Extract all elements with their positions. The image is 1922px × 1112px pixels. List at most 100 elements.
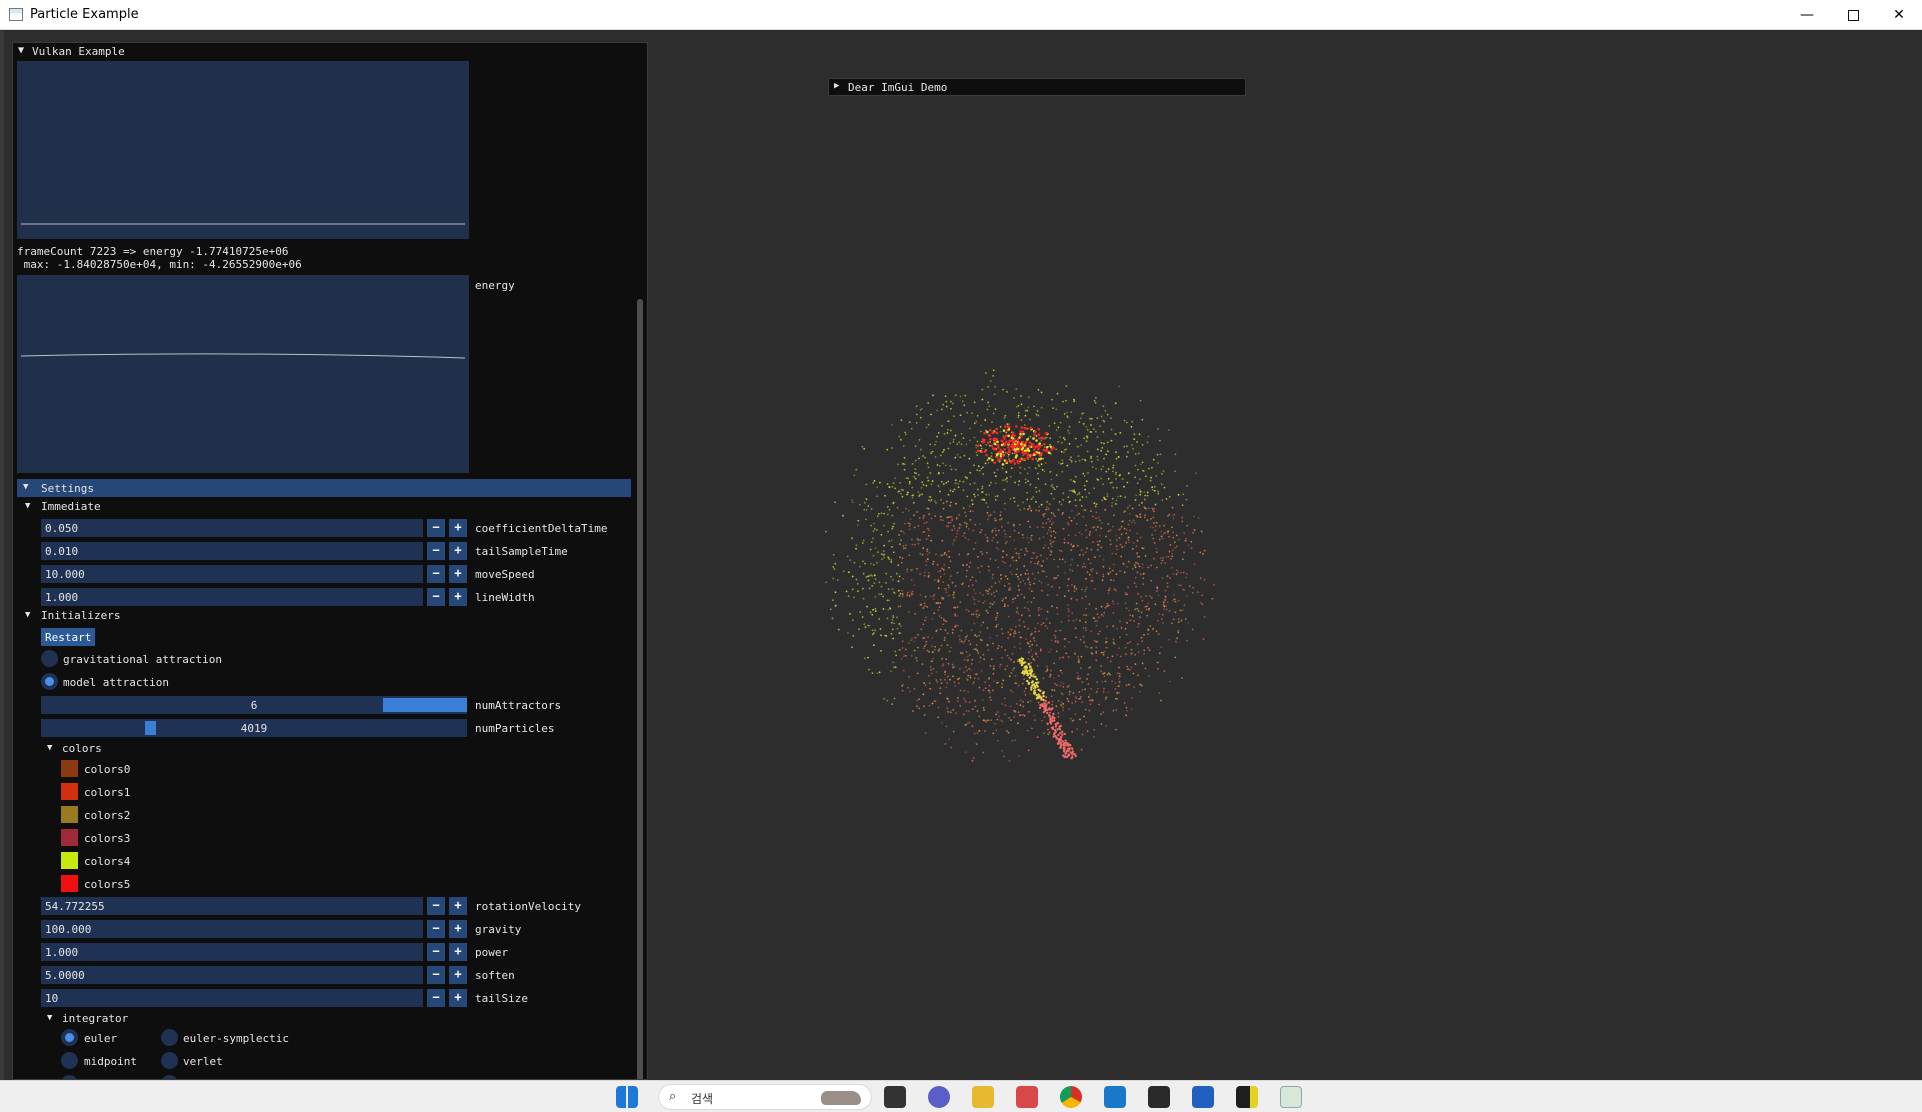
decrement-button[interactable]: − <box>427 920 445 938</box>
num-attractors-slider[interactable]: 6 <box>41 696 467 714</box>
radio-label[interactable]: euler-symplectic <box>183 1032 289 1045</box>
decrement-button[interactable]: − <box>427 588 445 606</box>
color-swatch[interactable] <box>61 852 78 869</box>
windows-start-icon[interactable] <box>616 1086 638 1108</box>
increment-button[interactable]: + <box>449 897 467 915</box>
colors-tree-label[interactable]: colors <box>62 742 102 755</box>
settings-header[interactable] <box>17 479 631 497</box>
decrement-button[interactable]: − <box>427 897 445 915</box>
scrollbar-thumb[interactable] <box>637 299 643 1079</box>
restart-button[interactable]: Restart <box>41 628 96 646</box>
color-swatch[interactable] <box>61 783 78 800</box>
maximize-button[interactable] <box>1830 0 1876 30</box>
collapse-arrow-icon[interactable]: ▶ <box>834 81 839 91</box>
vulkan-example-window[interactable]: ▼ Vulkan Example frameCount 7223 => ener… <box>12 42 648 1080</box>
increment-button[interactable]: + <box>449 989 467 1007</box>
color-label: colors1 <box>84 786 131 799</box>
initializers-tree-icon[interactable]: ▼ <box>25 610 30 620</box>
tail-sample-time-input[interactable]: 0.010 <box>41 542 423 560</box>
taskbar-search[interactable]: ⌕ 검색 <box>658 1084 872 1110</box>
increment-button[interactable]: + <box>449 920 467 938</box>
color-swatch[interactable] <box>61 875 78 892</box>
frame-plot <box>17 61 469 239</box>
title-bar: Particle Example — ✕ <box>0 0 1922 30</box>
soften-input[interactable]: 5.0000 <box>41 966 423 984</box>
decrement-button[interactable]: − <box>427 943 445 961</box>
model-attraction-radio[interactable] <box>41 673 58 690</box>
energy-plot-label: energy <box>475 279 515 292</box>
search-icon: ⌕ <box>669 1089 677 1104</box>
collapse-arrow-icon[interactable]: ▼ <box>18 45 24 56</box>
decrement-button[interactable]: − <box>427 989 445 1007</box>
initializers-tree-label[interactable]: Initializers <box>41 609 120 622</box>
gravitational-attraction-radio[interactable] <box>41 650 58 667</box>
field-label: power <box>475 946 509 959</box>
decrement-button[interactable]: − <box>427 519 445 537</box>
euler-radio[interactable] <box>61 1029 78 1046</box>
slider-label: numParticles <box>475 722 555 735</box>
radio-label[interactable]: euler <box>84 1032 117 1045</box>
decrement-button[interactable]: − <box>427 542 445 560</box>
color-swatch[interactable] <box>61 806 78 823</box>
colors-tree-icon[interactable]: ▼ <box>47 743 52 753</box>
increment-button[interactable]: + <box>449 519 467 537</box>
radio-label[interactable]: gravitational attraction <box>63 653 222 666</box>
power-input[interactable]: 1.000 <box>41 943 423 961</box>
vscode-icon[interactable] <box>1104 1086 1126 1108</box>
window-header[interactable]: ▼ Vulkan Example <box>13 43 647 59</box>
viewport-edge <box>0 31 4 1080</box>
integrator-tree-label[interactable]: integrator <box>62 1012 128 1025</box>
energy-plot <box>17 275 469 473</box>
immediate-tree-icon[interactable]: ▼ <box>25 501 30 511</box>
decrement-button[interactable]: − <box>427 966 445 984</box>
field-label: soften <box>475 969 515 982</box>
color-label: colors3 <box>84 832 131 845</box>
move-speed-input[interactable]: 10.000 <box>41 565 423 583</box>
chrome-icon[interactable] <box>1060 1086 1082 1108</box>
increment-button[interactable]: + <box>449 943 467 961</box>
immediate-tree-label[interactable]: Immediate <box>41 500 101 513</box>
verlet-radio[interactable] <box>161 1052 178 1069</box>
field-label: coefficientDeltaTime <box>475 522 608 535</box>
chat-icon[interactable] <box>928 1086 950 1108</box>
field-label: moveSpeed <box>475 568 535 581</box>
close-button[interactable]: ✕ <box>1876 0 1922 30</box>
gravity-input[interactable]: 100.000 <box>41 920 423 938</box>
radio-label[interactable]: midpoint <box>84 1055 137 1068</box>
increment-button[interactable]: + <box>449 966 467 984</box>
tail-size-input[interactable]: 10 <box>41 989 423 1007</box>
increment-button[interactable]: + <box>449 565 467 583</box>
coefficient-delta-time-input[interactable]: 0.050 <box>41 519 423 537</box>
color-label: colors5 <box>84 878 131 891</box>
increment-button[interactable]: + <box>449 542 467 560</box>
particle-render <box>825 369 1215 762</box>
file-explorer-icon[interactable] <box>972 1086 994 1108</box>
euler-symplectic-radio[interactable] <box>161 1029 178 1046</box>
frame-count-text: frameCount 7223 => energy -1.77410725e+0… <box>17 245 289 258</box>
task-view-icon[interactable] <box>884 1086 906 1108</box>
color-swatch[interactable] <box>61 760 78 777</box>
color-swatch[interactable] <box>61 829 78 846</box>
midpoint-radio[interactable] <box>61 1052 78 1069</box>
num-particles-slider[interactable]: 4019 <box>41 719 467 737</box>
increment-button[interactable]: + <box>449 588 467 606</box>
snipping-tool-icon[interactable] <box>1016 1086 1038 1108</box>
field-label: tailSize <box>475 992 528 1005</box>
slider-value: 6 <box>250 699 258 712</box>
minimize-button[interactable]: — <box>1784 0 1830 30</box>
integrator-tree-icon[interactable]: ▼ <box>47 1013 52 1023</box>
terminal-icon[interactable] <box>1148 1086 1170 1108</box>
app-icon[interactable] <box>1192 1086 1214 1108</box>
radio-label[interactable]: verlet <box>183 1055 223 1068</box>
imgui-demo-window[interactable]: ▶ Dear ImGui Demo <box>828 78 1246 96</box>
slider-label: numAttractors <box>475 699 562 712</box>
rotation-velocity-input[interactable]: 54.772255 <box>41 897 423 915</box>
particle-example-taskbar-icon[interactable] <box>1280 1086 1302 1108</box>
decrement-button[interactable]: − <box>427 565 445 583</box>
window-title: Particle Example <box>30 7 139 22</box>
window-scrollbar[interactable] <box>634 59 646 1079</box>
radio-label[interactable]: model attraction <box>63 676 169 689</box>
line-width-input[interactable]: 1.000 <box>41 588 423 606</box>
app-icon[interactable] <box>1236 1086 1258 1108</box>
settings-collapse-icon[interactable]: ▼ <box>23 482 28 492</box>
